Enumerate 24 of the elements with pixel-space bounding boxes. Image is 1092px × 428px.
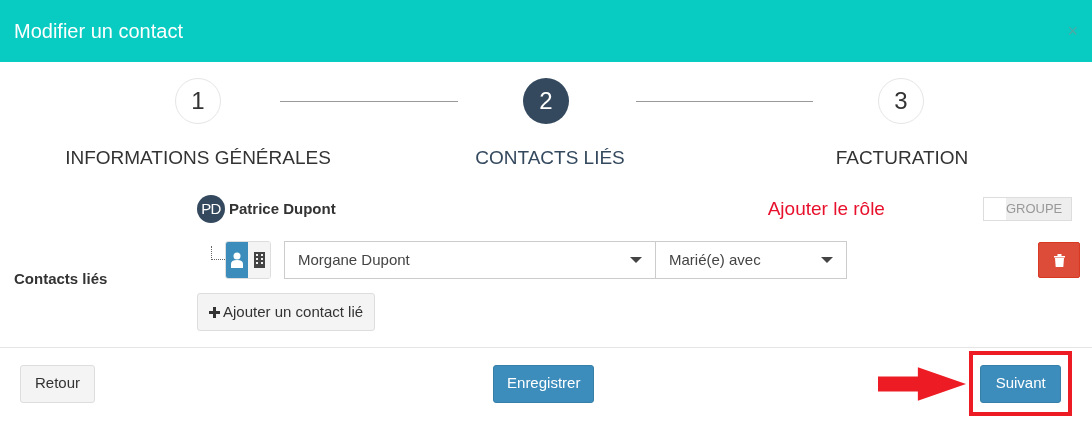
annotation-text: Ajouter le rôle — [767, 196, 885, 221]
next-button[interactable]: Suivant — [980, 364, 1062, 403]
avatar: PD — [197, 195, 225, 223]
arrow-icon — [878, 365, 967, 402]
dialog-title: Modifier un contact — [14, 19, 183, 44]
person-icon — [231, 252, 243, 268]
plus-icon — [209, 306, 220, 318]
field-label: Contacts liés — [14, 268, 108, 289]
step-label: CONTACTS LIÉS — [475, 146, 625, 170]
step-label: FACTURATION — [835, 146, 969, 170]
contact-select[interactable]: Morgane Dupont — [284, 241, 656, 279]
person-toggle[interactable] — [226, 242, 248, 278]
building-icon — [253, 252, 265, 268]
contact-name: Patrice Dupont — [229, 198, 336, 219]
company-toggle[interactable] — [248, 242, 270, 278]
delete-button[interactable] — [1038, 242, 1080, 278]
add-contact-button[interactable]: Ajouter un contact lié — [197, 293, 376, 331]
role-select[interactable]: Marié(e) avec — [655, 241, 847, 279]
caret-icon — [630, 257, 642, 263]
caret-icon — [821, 257, 833, 263]
trash-icon — [1053, 253, 1065, 267]
back-button[interactable]: Retour — [20, 364, 96, 403]
step-label: INFORMATIONS GÉNÉRALES — [65, 146, 331, 170]
save-button[interactable]: Enregistrer — [493, 364, 595, 403]
